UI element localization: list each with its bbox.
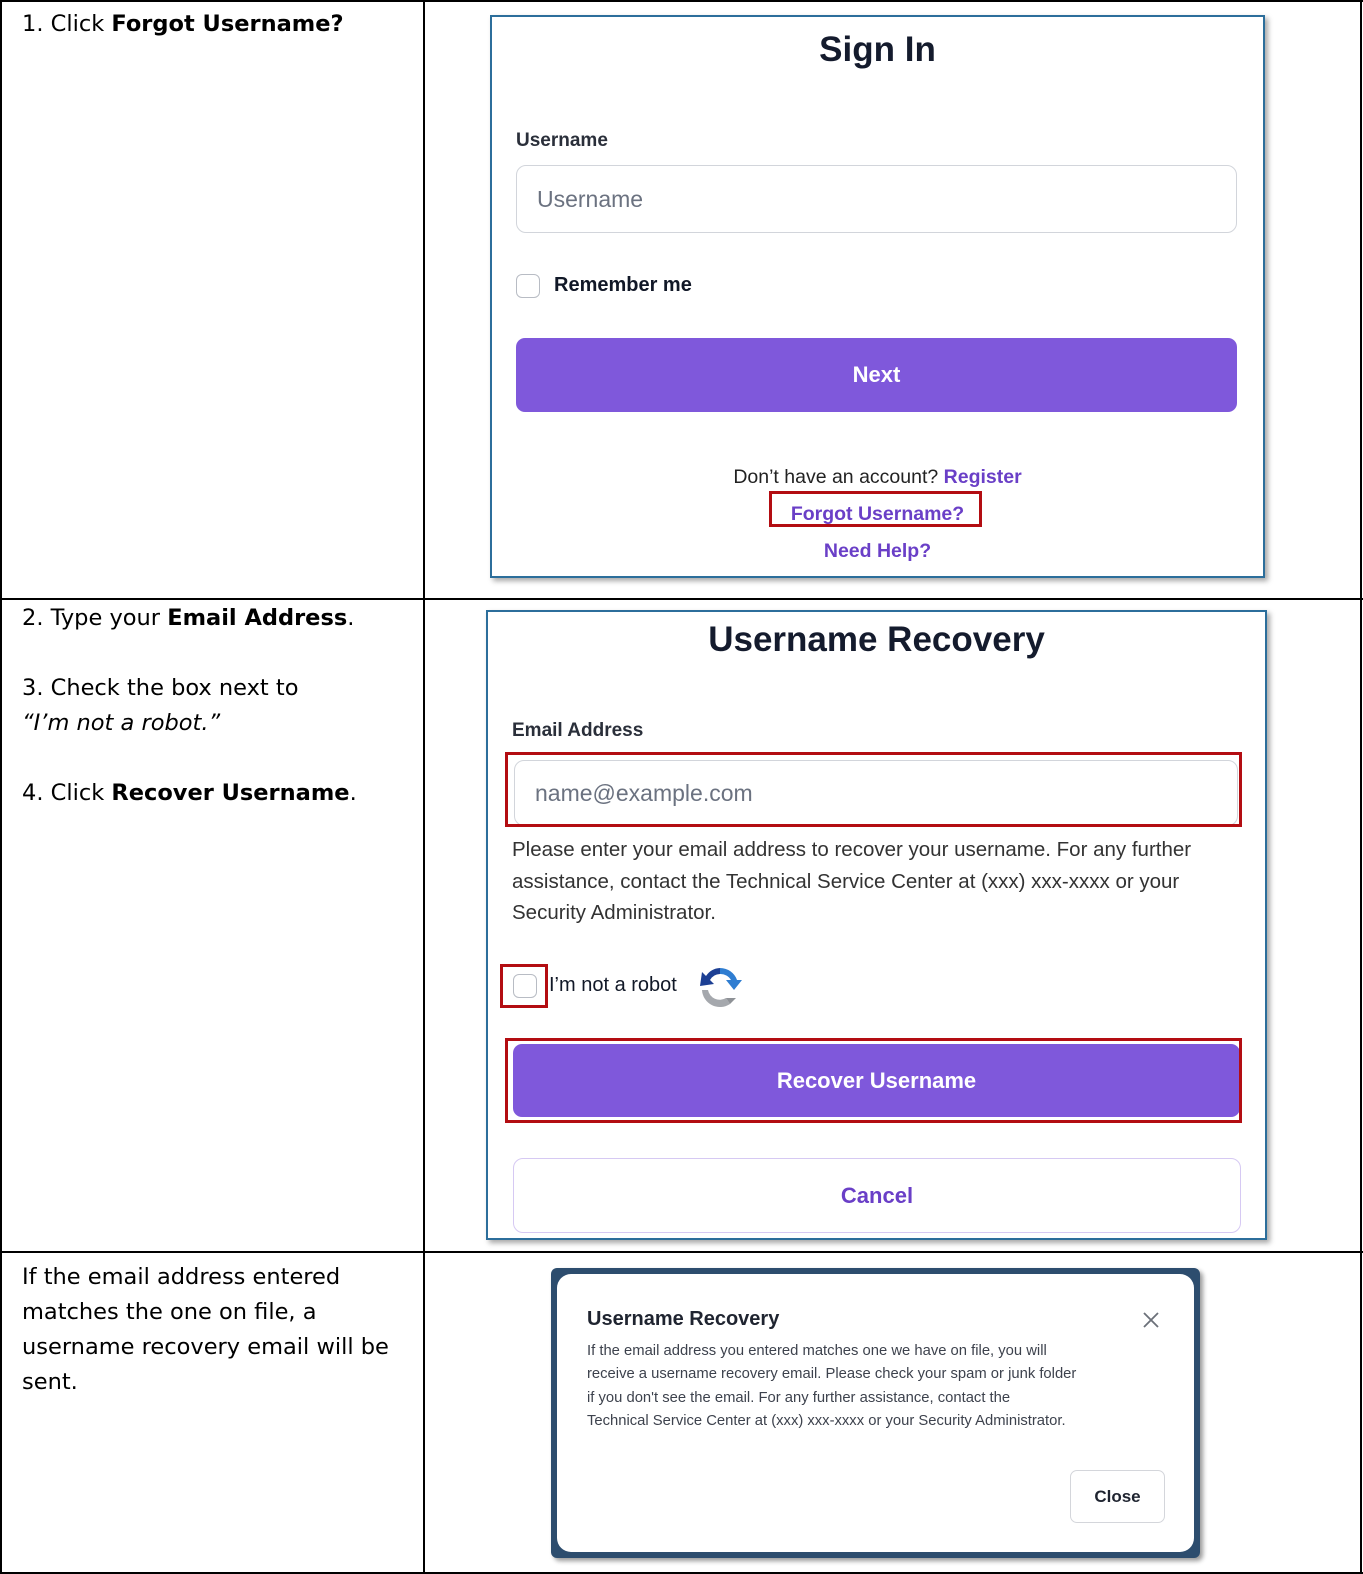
- steps-2-4-instructions: 2. Type your Email Address. 3. Check the…: [22, 601, 357, 811]
- close-icon[interactable]: [1140, 1309, 1162, 1331]
- table-row-divider-1: [0, 598, 1363, 600]
- not-a-robot-checkbox[interactable]: [513, 974, 537, 998]
- recovery-dialog-frame: Username Recovery If the email address y…: [551, 1268, 1200, 1558]
- result-instruction: If the email address entered matches the…: [22, 1264, 389, 1395]
- dialog-title: Username Recovery: [587, 1308, 780, 1330]
- step-3-quote: “I’m not a robot.”: [22, 710, 221, 736]
- table-row-divider-2: [0, 1251, 1363, 1253]
- cancel-button[interactable]: Cancel: [513, 1158, 1241, 1233]
- forgot-username-row: Forgot Username?: [492, 503, 1263, 526]
- recaptcha-icon: [700, 968, 742, 1008]
- dialog-close-button[interactable]: Close: [1070, 1470, 1165, 1523]
- register-link[interactable]: Register: [944, 466, 1022, 488]
- register-prompt: Don’t have an account? Register: [733, 466, 1022, 488]
- table-border-left: [0, 0, 2, 1574]
- need-help-link[interactable]: Need Help?: [824, 540, 931, 562]
- username-input[interactable]: [516, 165, 1237, 233]
- recovery-dialog: Username Recovery If the email address y…: [557, 1274, 1194, 1552]
- table-column-divider: [423, 0, 425, 1574]
- need-help-row: Need Help?: [492, 540, 1263, 563]
- step-2-instruction: 2. Type your Email Address.: [22, 605, 355, 631]
- table-border-right: [1360, 0, 1362, 1574]
- remember-me-label: Remember me: [554, 274, 692, 296]
- step-4-instruction: 4. Click Recover Username.: [22, 780, 357, 806]
- not-a-robot-label: I’m not a robot: [549, 974, 677, 996]
- step-1-instruction: 1. Click Forgot Username?: [22, 11, 344, 37]
- remember-me-checkbox[interactable]: [516, 274, 540, 298]
- email-help-text: Please enter your email address to recov…: [512, 838, 1192, 924]
- username-label: Username: [516, 130, 608, 151]
- forgot-username-link[interactable]: Forgot Username?: [791, 503, 964, 525]
- table-border-top: [0, 0, 1363, 2]
- recover-username-button[interactable]: Recover Username: [513, 1044, 1240, 1117]
- step-1-bold: Forgot Username?: [111, 11, 344, 37]
- signin-panel: Sign In Username Remember me Next Don’t …: [490, 15, 1265, 578]
- email-label: Email Address: [512, 720, 644, 741]
- step-3-instruction: 3. Check the box next to: [22, 675, 299, 701]
- recovery-title: Username Recovery: [708, 620, 1045, 659]
- email-input[interactable]: [514, 760, 1238, 826]
- dialog-body: If the email address you entered matches…: [587, 1343, 1077, 1429]
- next-button[interactable]: Next: [516, 338, 1237, 412]
- recovery-panel: Username Recovery Email Address Please e…: [486, 610, 1267, 1240]
- signin-title: Sign In: [819, 30, 936, 69]
